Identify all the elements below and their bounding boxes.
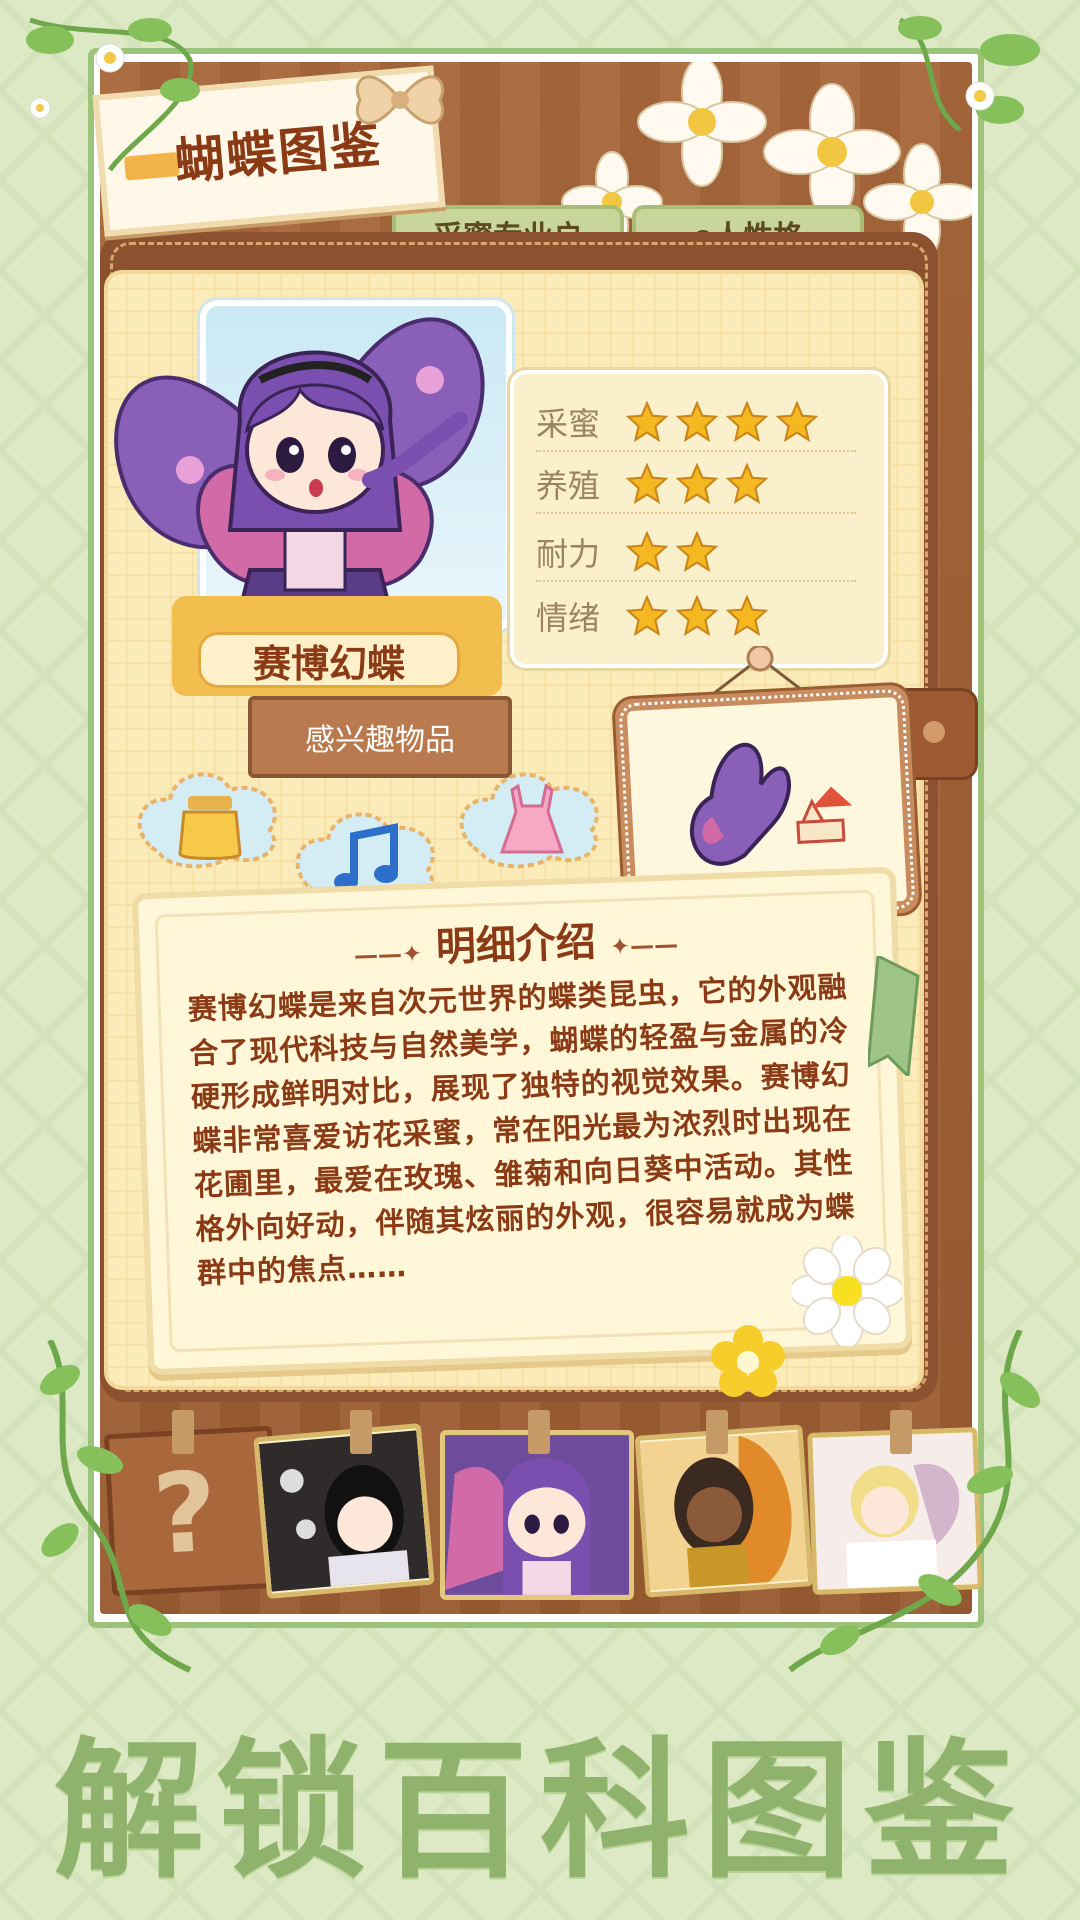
stats-panel: 采蜜 养殖 耐力 情绪 [510, 370, 888, 668]
star-icon [726, 463, 768, 505]
star-icon [676, 401, 718, 443]
clip-icon [350, 1410, 372, 1454]
star-icon [626, 401, 668, 443]
character-portrait [114, 317, 485, 650]
thumbnail-cyber-butterfly-selected[interactable] [440, 1430, 634, 1600]
star-icon [726, 595, 768, 637]
thumbnail-black-butterfly[interactable] [253, 1422, 435, 1600]
vine-left-decoration [40, 1340, 192, 1673]
ribbon-bookmark-icon [868, 956, 920, 1076]
stat-row-mood: 情绪 [536, 588, 856, 644]
yellow-flower-icon [711, 1325, 785, 1397]
vine-top-right-decoration [898, 16, 1040, 132]
star-icon [776, 401, 818, 443]
star-rating [626, 463, 768, 505]
name-plate: 赛博幻蝶 [172, 596, 502, 696]
stat-row-stamina: 耐力 [536, 524, 856, 582]
star-rating [626, 595, 768, 637]
stat-label: 情绪 [536, 599, 601, 637]
stat-label: 采蜜 [536, 405, 601, 443]
stat-row-breeding: 养殖 [536, 456, 856, 514]
star-icon [626, 595, 668, 637]
star-icon [676, 531, 718, 573]
star-icon [626, 463, 668, 505]
star-rating [626, 531, 718, 573]
vine-top-left-decoration [26, 17, 200, 172]
ornament-right-icon: ✦—— [609, 930, 679, 961]
star-icon [676, 463, 718, 505]
stat-label: 养殖 [536, 467, 601, 505]
ornament-left-icon: ——✦ [353, 939, 423, 970]
pink-dress-icon[interactable] [452, 756, 612, 876]
detail-title: 明细介绍 [435, 919, 597, 971]
detail-description: 赛博幻蝶是来自次元世界的蝶类昆虫，它的外观融合了现代科技与自然美学，蝴蝶的轻盈与… [187, 969, 856, 1291]
character-name: 赛博幻蝶 [198, 632, 460, 688]
butterfly-icon [689, 742, 853, 866]
stat-label: 耐力 [536, 535, 601, 573]
unlock-encyclopedia-banner: 解锁百科图鉴 [53, 1725, 1026, 1899]
clip-icon [706, 1410, 728, 1454]
bow-icon [355, 75, 445, 125]
star-icon [626, 531, 668, 573]
star-icon [676, 595, 718, 637]
vine-right-decoration [788, 1330, 1040, 1673]
star-icon [726, 401, 768, 443]
clip-icon [528, 1410, 550, 1454]
star-rating [626, 401, 818, 443]
stat-row-honey: 采蜜 [536, 394, 856, 452]
honey-jar-icon[interactable] [130, 756, 290, 876]
